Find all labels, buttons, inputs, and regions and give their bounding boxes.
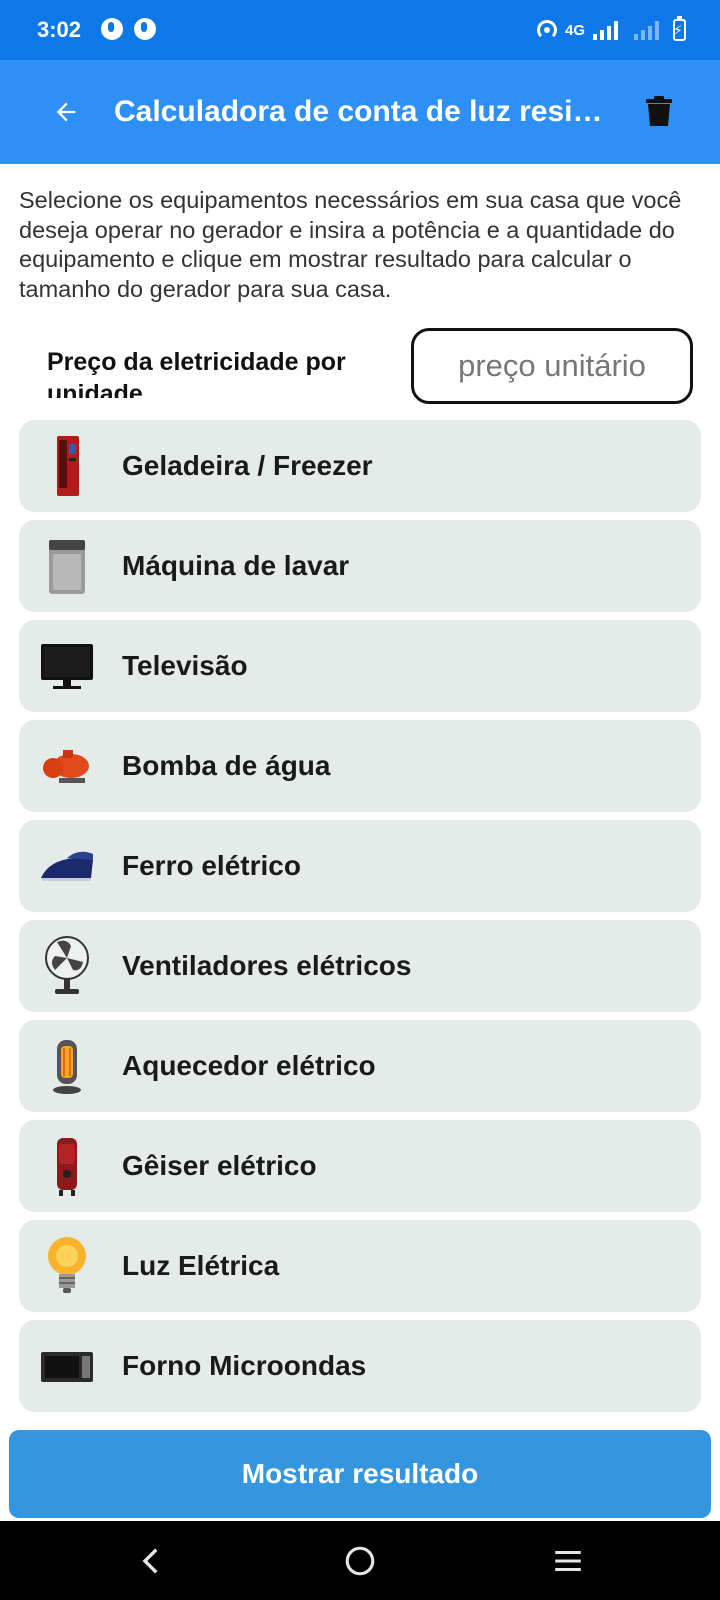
home-circle-icon [345,1546,375,1576]
status-time: 3:02 [37,17,82,42]
trash-icon [646,96,672,126]
system-navigation-bar [0,1521,720,1600]
show-result-button[interactable]: Mostrar resultado [9,1430,711,1518]
equipment-item-television[interactable]: Televisão [19,620,701,712]
page-title: Calculadora de conta de luz residencial [114,95,614,128]
equipment-item-refrigerator[interactable]: Geladeira / Freezer [19,420,701,512]
equipment-label: Ferro elétrico [122,850,301,881]
price-per-unit-label: Preço da eletricidade por unidade [47,348,346,398]
equipment-label: Bomba de água [122,750,331,781]
network-type: 4G [564,21,585,39]
heater-icon [39,1034,95,1098]
nav-back-button[interactable] [132,1541,172,1581]
equipment-label: Máquina de lavar [122,550,350,581]
water-pump-icon [39,734,95,798]
light-bulb-icon [39,1234,95,1298]
nav-menu-button[interactable] [548,1541,588,1581]
back-button[interactable] [46,92,86,132]
status-bar: 3:02 4G [0,0,720,60]
equipment-item-electric-light[interactable]: Luz Elétrica [19,1220,701,1312]
equipment-label: Forno Microondas [122,1350,367,1381]
equipment-item-water-pump[interactable]: Bomba de água [19,720,701,812]
equipment-label: Aquecedor elétrico [122,1050,376,1081]
nav-home-button[interactable] [340,1541,380,1581]
notification-app-icon [101,18,123,40]
battery-charging-icon [673,16,686,41]
delete-button[interactable] [646,96,678,130]
chevron-left-icon [142,1548,158,1574]
refrigerator-icon [39,434,95,498]
equipment-label: Ventiladores elétricos [122,950,412,981]
equipment-list: Geladeira / Freezer Máquina de lavar Tel… [19,420,701,1430]
notification-app-icon [134,18,156,40]
signal-strength-icon [593,20,618,40]
equipment-item-electric-geyser[interactable]: Gêiser elétrico [19,1120,701,1212]
unit-price-input[interactable] [411,328,693,404]
equipment-label: Gêiser elétrico [122,1150,317,1181]
equipment-label: Luz Elétrica [122,1250,280,1281]
equipment-label: Televisão [122,650,248,681]
equipment-item-electric-heater[interactable]: Aquecedor elétrico [19,1020,701,1112]
microwave-icon [39,1334,95,1398]
app-bar: Calculadora de conta de luz residencial [0,60,720,164]
equipment-item-electric-fan[interactable]: Ventiladores elétricos [19,920,701,1012]
iron-icon [39,834,95,898]
instructions-text: Selecione os equipamentos necessários em… [19,187,682,302]
equipment-item-electric-iron[interactable]: Ferro elétrico [19,820,701,912]
equipment-item-microwave[interactable]: Forno Microondas [19,1320,701,1412]
signal-strength-sim2-icon [634,20,659,40]
equipment-item-washing-machine[interactable]: Máquina de lavar [19,520,701,612]
fan-icon [39,934,95,998]
television-icon [39,634,95,698]
geyser-icon [39,1134,95,1198]
washing-machine-icon [39,534,95,598]
hotspot-icon [536,20,557,40]
menu-icon [555,1550,581,1572]
arrow-left-icon [56,102,76,122]
equipment-label: Geladeira / Freezer [122,450,373,481]
status-indicators: 4G [536,16,686,42]
